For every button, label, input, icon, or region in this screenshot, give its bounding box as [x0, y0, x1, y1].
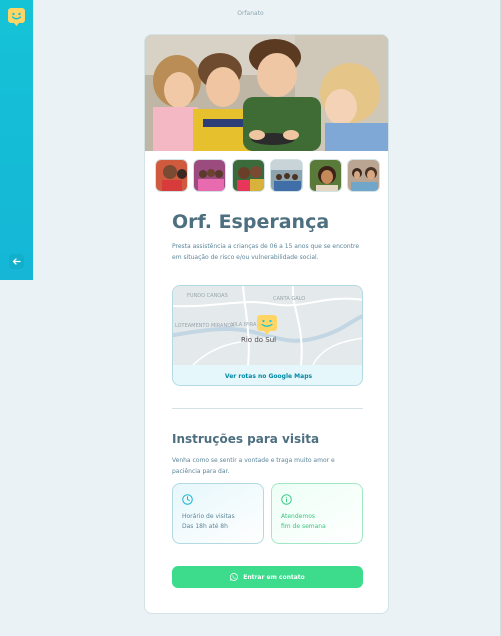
visit-instructions-text: Venha como se sentir a vontade e traga m… [172, 457, 335, 475]
orphanage-name: Orf. Esperança [172, 211, 330, 233]
page-label: Orfanato [237, 10, 264, 17]
map-label: LOTEAMENTO MIRANDA [175, 323, 235, 329]
google-maps-link[interactable]: Ver rotas no Google Maps [173, 365, 362, 385]
hero-children-photo [145, 35, 388, 151]
visit-instructions-title: Instruções para visita [172, 432, 320, 446]
gallery-thumbnail[interactable] [308, 159, 342, 192]
orphanage-description: Presta assistência a crianças de 06 a 15… [172, 243, 360, 261]
visiting-hours-box: Horário de visitas Das 18h até 8h [172, 483, 264, 544]
thumbnail-gallery [155, 159, 380, 193]
contact-button-label: Entrar em contato [243, 573, 305, 581]
map-label: Rio do Sul [241, 336, 276, 344]
map-label: CANTA GALO [273, 296, 305, 302]
weekend-label: Atendemos [281, 513, 315, 520]
map-label: FUNDO CANOAS [187, 293, 228, 299]
sidebar [0, 0, 33, 280]
gallery-thumbnail[interactable] [270, 159, 304, 192]
gallery-thumbnail[interactable] [193, 159, 227, 192]
weekend-box: Atendemos fim de semana [271, 483, 363, 544]
clock-icon [182, 494, 193, 505]
contact-button[interactable]: Entrar em contato [172, 566, 363, 588]
info-icon [281, 494, 292, 505]
orphanage-details-card: Orf. Esperança Presta assistência a cria… [144, 34, 389, 614]
back-button[interactable] [9, 254, 24, 269]
divider [172, 408, 363, 409]
gallery-thumbnail[interactable] [346, 159, 380, 192]
arrow-left-icon [12, 258, 21, 265]
visiting-hours-value: Das 18h até 8h [182, 523, 228, 530]
gallery-thumbnail[interactable] [155, 159, 188, 192]
whatsapp-icon [230, 573, 239, 581]
visiting-hours-label: Horário de visitas [182, 513, 235, 520]
gallery-thumbnail[interactable] [231, 159, 265, 192]
weekend-value: fim de semana [281, 523, 326, 530]
map-image: FUNDO CANOAS CANTA GALO LOTEAMENTO MIRAN… [173, 286, 362, 365]
location-map[interactable]: FUNDO CANOAS CANTA GALO LOTEAMENTO MIRAN… [172, 285, 363, 386]
